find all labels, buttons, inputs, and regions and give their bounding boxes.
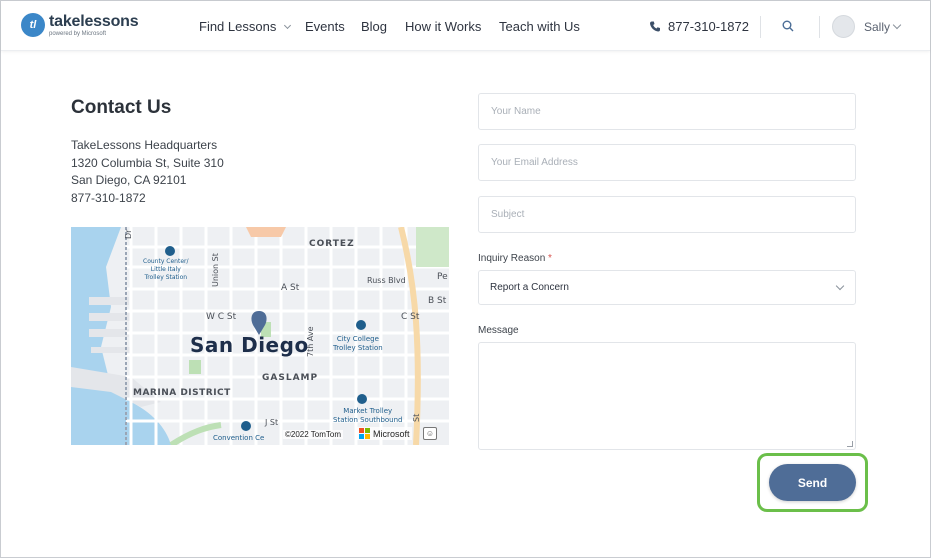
message-label: Message [478, 325, 519, 336]
map-label-convention: Convention Ce [213, 434, 265, 442]
chevron-down-icon [284, 21, 292, 30]
header-divider [819, 16, 820, 38]
nav-events[interactable]: Events [305, 19, 345, 34]
map-label-c-st: C St [401, 312, 420, 322]
address-phone: 877-310-1872 [71, 190, 146, 205]
logo-subtitle: powered by Microsoft [49, 30, 107, 37]
map-label-marina: MARINA DISTRICT [133, 388, 231, 398]
header-divider [760, 16, 761, 38]
phone-icon [650, 21, 660, 32]
hq-address: TakeLessons Headquarters 1320 Columbia S… [71, 137, 224, 207]
map-label-county-center: County Center/ Little Italy Trolley Stat… [143, 258, 189, 281]
chevron-down-icon[interactable] [892, 20, 902, 30]
address-line: San Diego, CA 92101 [71, 173, 187, 187]
header-phone[interactable]: 877-310-1872 [650, 19, 749, 34]
map-label-gaslamp: GASLAMP [262, 373, 319, 383]
microsoft-logo: Microsoft [357, 427, 412, 440]
address-line: TakeLessons Headquarters [71, 138, 218, 152]
map-attribution: ©2022 TomTom [283, 430, 343, 439]
map-label-st: St [412, 413, 421, 422]
map-label-7th-ave: 7th Ave [306, 326, 315, 358]
address-line: 1320 Columbia St, Suite 310 [71, 155, 224, 170]
search-icon[interactable] [782, 20, 794, 32]
message-textarea[interactable] [478, 342, 856, 450]
takelessons-logo[interactable]: tl takelessons powered by Microsoft [21, 12, 139, 37]
header-phone-number: 877-310-1872 [668, 19, 749, 34]
map-label-russ-blvd: Russ Blvd [367, 276, 406, 285]
chevron-down-icon [835, 281, 845, 291]
map-label-w-c-st: W C St [206, 312, 237, 322]
map-label-j-st: J St [265, 418, 279, 427]
map-label-a-st: A St [281, 283, 300, 293]
map-label-cortez: CORTEZ [309, 239, 355, 249]
top-navbar: tl takelessons powered by Microsoft Find… [1, 1, 930, 51]
user-name[interactable]: Sally [864, 20, 890, 34]
nav-how-it-works[interactable]: How it Works [405, 19, 481, 34]
resize-handle-icon[interactable] [847, 441, 853, 447]
logo-mark-icon: tl [21, 13, 45, 37]
inquiry-reason-select[interactable]: Report a Concern [478, 270, 856, 305]
send-button[interactable]: Send [769, 464, 856, 501]
nav-find-lessons[interactable]: Find Lessons [199, 19, 292, 34]
inquiry-reason-value: Report a Concern [490, 282, 569, 293]
map-label-b-st: B St [428, 296, 447, 306]
required-marker: * [548, 253, 552, 264]
map-label-union-st: Union St [211, 253, 220, 287]
user-avatar[interactable] [832, 15, 855, 38]
subject-field[interactable]: Subject [478, 196, 856, 233]
map-label-pe: Pe [437, 272, 448, 282]
microsoft-logo-icon [359, 428, 370, 439]
name-field[interactable]: Your Name [478, 93, 856, 130]
email-field[interactable]: Your Email Address [478, 144, 856, 181]
nav-blog[interactable]: Blog [361, 19, 387, 34]
map-label-market-trolley: Market Trolley Station Southbound [333, 407, 403, 424]
map-label-dr: Dr [124, 229, 133, 239]
logo-name: takelessons [49, 12, 139, 30]
page-title: Contact Us [71, 97, 172, 118]
map-feedback-icon[interactable]: ☺ [423, 427, 437, 440]
location-map[interactable]: CORTEZ County Center/ Little Italy Troll… [71, 227, 449, 445]
inquiry-reason-label: Inquiry Reason * [478, 253, 552, 264]
map-label-city-college: City College Trolley Station [333, 335, 383, 352]
nav-teach-with-us[interactable]: Teach with Us [499, 19, 580, 34]
map-label-city: San Diego [190, 333, 309, 357]
